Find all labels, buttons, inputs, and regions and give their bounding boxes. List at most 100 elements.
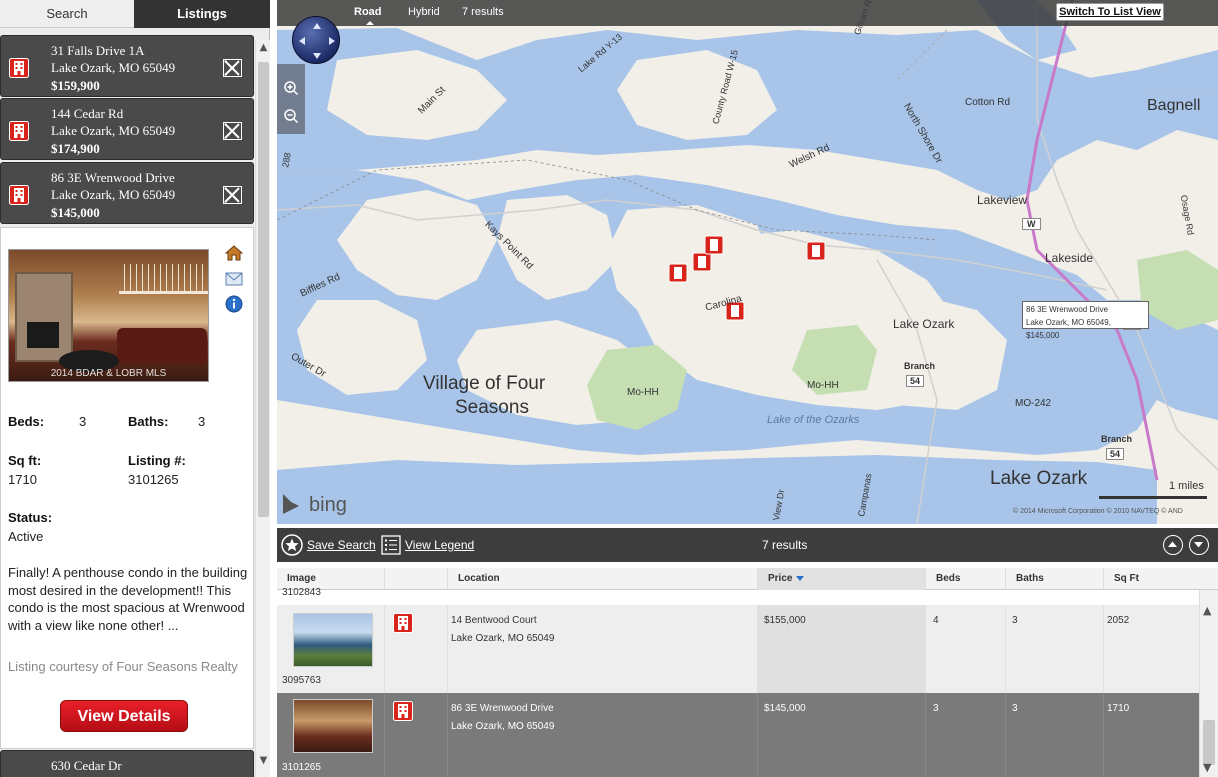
table-row-selected[interactable]: 3101265 86 3E Wrenwood Drive Lake Ozark,… [277, 693, 1199, 777]
scroll-up-icon[interactable]: ▲ [1203, 604, 1211, 617]
map-pin[interactable] [668, 263, 688, 283]
row-location-city: Lake Ozark, MO 65049 [451, 721, 555, 732]
switch-to-list-button[interactable]: Switch To List View [1056, 3, 1164, 21]
row-sqft-cell: 2052 [1104, 605, 1199, 693]
listing-address: 86 3E Wrenwood Drive Lake Ozark, MO 6504… [51, 169, 175, 203]
building-icon [393, 701, 413, 724]
col-price-label: Price [768, 573, 793, 584]
info-icon[interactable] [225, 295, 243, 317]
map-label-branch-2: Branch [1101, 434, 1133, 444]
zoom-in-icon[interactable] [283, 80, 299, 100]
building-icon [9, 185, 29, 210]
row-price: $145,000 [764, 703, 806, 714]
row-beds: 3 [933, 703, 939, 714]
listing-price: $145,000 [51, 205, 100, 220]
row-price-cell: $155,000 [758, 605, 926, 693]
scroll-up-icon[interactable]: ▲ [257, 42, 270, 58]
scroll-down-icon[interactable]: ▼ [1203, 761, 1211, 774]
row-beds-cell: 3 [926, 693, 1006, 777]
map-pin[interactable] [806, 241, 826, 261]
map-result-count: 7 results [462, 6, 504, 18]
table-header: Image Location Price Beds Baths Sq Ft [277, 568, 1218, 590]
listing-street: 31 Falls Drive 1A [51, 43, 145, 58]
map-label-mo-hh-2: Mo-HH [807, 380, 839, 391]
close-icon[interactable] [223, 59, 242, 77]
listing-city: Lake Ozark, MO 65049 [51, 60, 176, 75]
sidebar-tabs: Search Listings [0, 0, 270, 28]
sidebar-scrollbar[interactable]: ▲ ▼ [255, 40, 270, 777]
photo-watermark: 2014 BDAR & LOBR MLS [50, 368, 167, 379]
listing-card[interactable]: 31 Falls Drive 1A Lake Ozark, MO 65049 $… [0, 35, 254, 97]
view-details-button[interactable]: View Details [60, 700, 188, 732]
listing-street: 144 Cedar Rd [51, 106, 124, 121]
scroll-thumb[interactable] [258, 62, 269, 517]
scroll-down-icon[interactable]: ▼ [257, 755, 270, 771]
row-id: 3095763 [282, 675, 321, 686]
col-location[interactable]: Location [448, 568, 758, 590]
expand-down-icon[interactable] [1189, 535, 1209, 555]
photo-loft [119, 264, 208, 294]
row-thumbnail[interactable] [293, 613, 373, 667]
building-icon [9, 121, 29, 146]
col-price[interactable]: Price [758, 568, 926, 590]
map-label-branch-1: Branch [904, 361, 936, 371]
listing-card[interactable]: 144 Cedar Rd Lake Ozark, MO 65049 $174,9… [0, 98, 254, 160]
listing-city: Lake Ozark, MO 65049 [51, 123, 176, 138]
save-search-link[interactable]: Save Search [307, 538, 376, 552]
table-scrollbar[interactable]: ▲ ▼ [1199, 590, 1218, 777]
table-row-partial: 3102843 [277, 587, 1199, 605]
sqft-value: 1710 [8, 472, 37, 487]
listing-card-selected[interactable]: 86 3E Wrenwood Drive Lake Ozark, MO 6504… [0, 162, 254, 224]
map-shield-w: W [1022, 218, 1041, 230]
zoom-out-icon[interactable] [283, 108, 299, 128]
map-label-mo-242: MO-242 [1015, 398, 1052, 409]
tab-search[interactable]: Search [0, 0, 134, 28]
map-pin[interactable] [704, 235, 724, 255]
row-type-cell [385, 605, 448, 693]
map-shield-54a: 54 [906, 375, 925, 387]
row-beds: 4 [933, 615, 939, 626]
close-icon[interactable] [223, 122, 242, 140]
map-label-cotton-rd: Cotton Rd [965, 97, 1011, 108]
listing-card[interactable]: 630 Cedar Dr [0, 750, 254, 777]
col-baths[interactable]: Baths [1006, 568, 1104, 590]
listing-courtesy: Listing courtesy of Four Seasons Realty [8, 659, 238, 674]
sort-desc-icon [796, 575, 805, 581]
row-price-cell: $145,000 [758, 693, 926, 777]
bing-logo-text: bing [309, 494, 347, 516]
row-sqft: 1710 [1107, 703, 1130, 714]
col-sqft[interactable]: Sq Ft [1104, 568, 1199, 590]
results-toolbar: Save Search View Legend 7 results [277, 528, 1218, 562]
listing-number-label: Listing #: [128, 453, 186, 468]
email-icon[interactable] [225, 271, 243, 290]
table-row[interactable]: 3095763 14 Bentwood Court Lake Ozark, MO… [277, 605, 1199, 693]
close-icon[interactable] [223, 186, 242, 204]
row-thumbnail[interactable] [293, 699, 373, 753]
legend-icon[interactable] [381, 535, 401, 559]
row-sqft: 2052 [1107, 615, 1130, 626]
view-legend-link[interactable]: View Legend [405, 538, 474, 552]
collapse-up-icon[interactable] [1163, 535, 1183, 555]
map-toolbar: Road Hybrid 7 results Switch To List Vie… [277, 0, 1218, 26]
col-beds[interactable]: Beds [926, 568, 1006, 590]
home-icon[interactable] [224, 244, 244, 266]
map-view[interactable]: Bagnell Village of Four Seasons Lake Oza… [277, 0, 1218, 524]
tab-listings[interactable]: Listings [134, 0, 270, 28]
listing-number-value: 3101265 [128, 472, 179, 487]
map-compass-icon[interactable] [292, 16, 340, 64]
listing-street: 630 Cedar Dr [51, 758, 122, 773]
building-icon [9, 58, 29, 83]
star-icon[interactable] [281, 534, 303, 560]
map-pin[interactable] [692, 252, 712, 272]
scroll-thumb[interactable] [1203, 720, 1215, 765]
map-tab-road[interactable]: Road [354, 6, 382, 25]
beds-value: 3 [79, 414, 87, 429]
map-label-village: Village of Four [423, 373, 546, 394]
tooltip-line2: Lake Ozark, MO 65049, $145,000 [1026, 318, 1111, 340]
listing-photo[interactable]: 2014 BDAR & LOBR MLS [8, 249, 209, 382]
row-location-street: 14 Bentwood Court [451, 615, 537, 626]
map-label-mo-hh-1: Mo-HH [627, 387, 659, 398]
row-baths-cell: 3 [1006, 693, 1104, 777]
map-label-lake-ozark: Lake Ozark [893, 317, 955, 331]
map-tab-hybrid[interactable]: Hybrid [408, 6, 440, 18]
